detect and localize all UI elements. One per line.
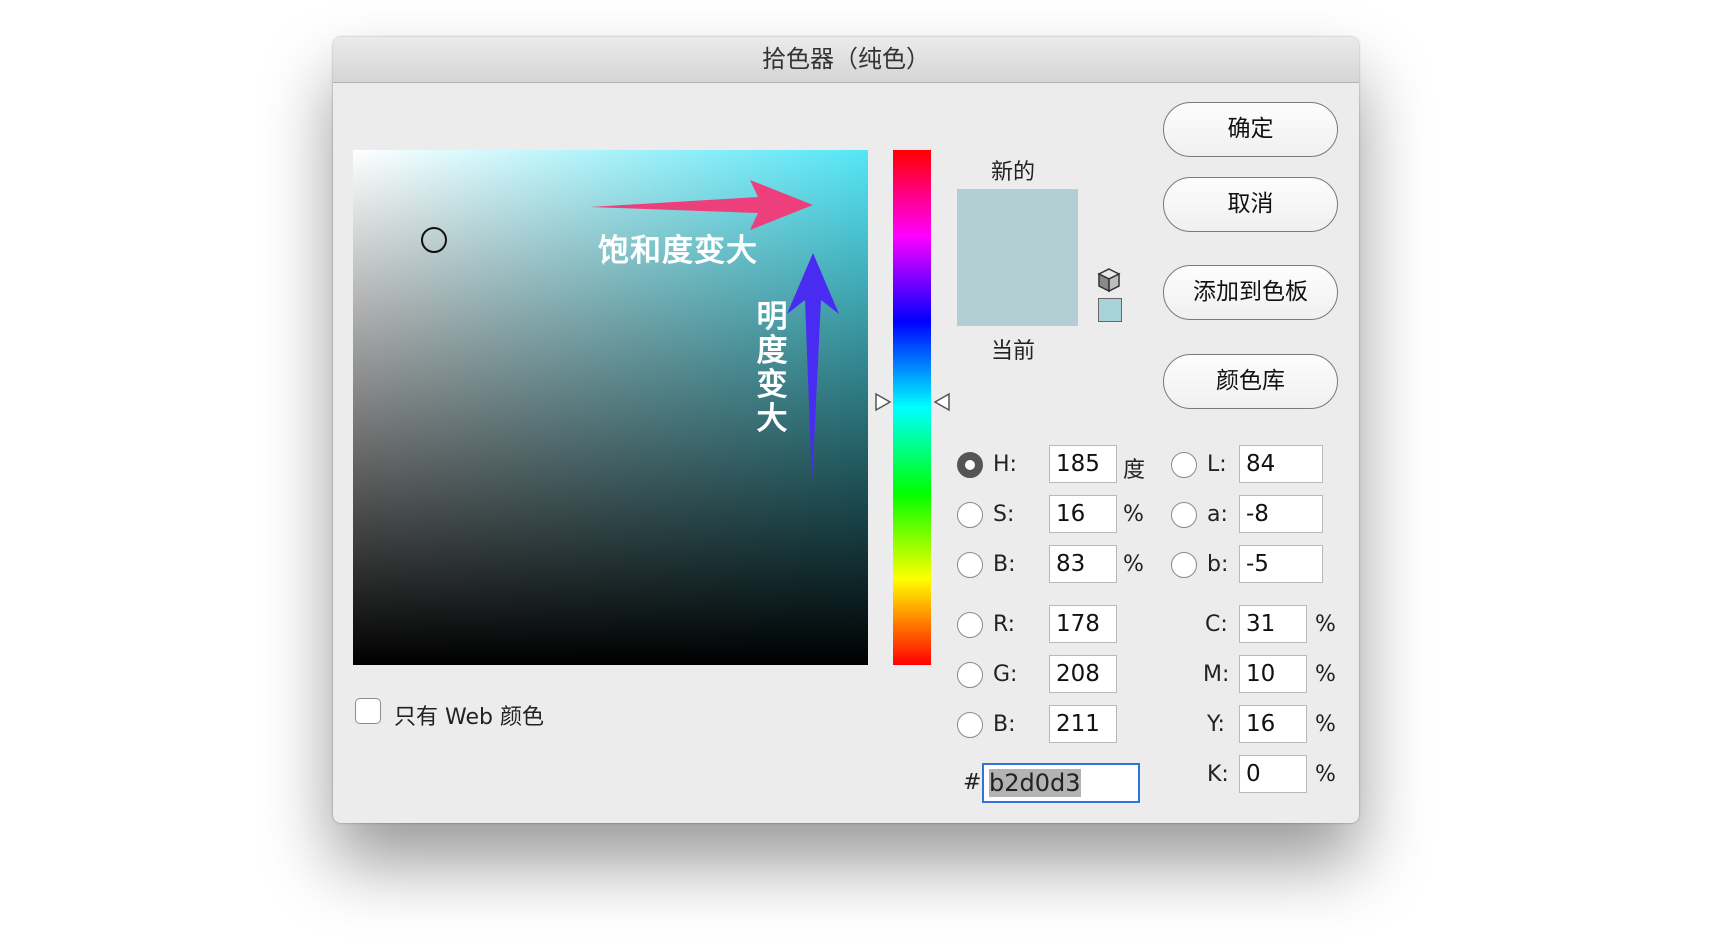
unit-h: 度	[1123, 458, 1146, 483]
window-title: 拾色器（纯色）	[333, 37, 1359, 83]
input-blue[interactable]: 211	[1049, 705, 1117, 743]
input-g[interactable]: 208	[1049, 655, 1117, 693]
radio-a[interactable]	[1171, 502, 1197, 528]
unit-s: %	[1123, 502, 1144, 527]
saturation-brightness-field[interactable]: 饱和度变大 明 度 变 大	[353, 150, 868, 665]
input-k[interactable]: 0	[1239, 755, 1307, 793]
web-safe-swatch[interactable]	[1098, 298, 1122, 322]
web-only-label: 只有 Web 颜色	[394, 705, 544, 730]
input-b[interactable]: 83	[1049, 545, 1117, 583]
saturation-annotation: 饱和度变大	[598, 233, 758, 269]
label-c: C:	[1205, 612, 1228, 637]
unit-k: %	[1315, 762, 1336, 787]
input-c[interactable]: 31	[1239, 605, 1307, 643]
cube-icon[interactable]	[1096, 267, 1122, 293]
radio-b[interactable]	[957, 552, 983, 578]
input-a[interactable]: -8	[1239, 495, 1323, 533]
web-only-checkbox[interactable]	[355, 698, 381, 724]
input-h[interactable]: 185	[1049, 445, 1117, 483]
new-color-swatch	[957, 189, 1078, 258]
color-picker-dialog: 拾色器（纯色） 饱和度变大 明 度 变 大 新的 当前 确定 取消 添加到色板 …	[333, 37, 1359, 823]
hue-slider-right-handle[interactable]	[933, 392, 951, 412]
radio-s[interactable]	[957, 502, 983, 528]
radio-h[interactable]	[957, 452, 983, 478]
cancel-button[interactable]: 取消	[1163, 177, 1338, 232]
unit-m: %	[1315, 662, 1336, 687]
color-libraries-button[interactable]: 颜色库	[1163, 354, 1338, 409]
unit-c: %	[1315, 612, 1336, 637]
hex-input[interactable]: b2d0d3	[982, 763, 1140, 803]
radio-blue[interactable]	[957, 712, 983, 738]
input-l[interactable]: 84	[1239, 445, 1323, 483]
radio-r[interactable]	[957, 612, 983, 638]
unit-b: %	[1123, 552, 1144, 577]
label-s: S:	[993, 502, 1015, 527]
hue-slider-strip[interactable]	[893, 150, 931, 665]
label-k: K:	[1207, 762, 1229, 787]
saturation-arrow	[590, 180, 813, 230]
label-m: M:	[1203, 662, 1230, 687]
label-a: a:	[1207, 502, 1228, 527]
label-l: L:	[1207, 452, 1227, 477]
brightness-arrow	[787, 253, 839, 483]
input-y[interactable]: 16	[1239, 705, 1307, 743]
radio-lab-b[interactable]	[1171, 552, 1197, 578]
label-y: Y:	[1207, 712, 1225, 737]
label-lab-b: b:	[1207, 552, 1229, 577]
hue-slider-left-handle[interactable]	[874, 392, 892, 412]
label-r: R:	[993, 612, 1016, 637]
current-color-label: 当前	[991, 339, 1036, 364]
input-m[interactable]: 10	[1239, 655, 1307, 693]
hex-label: #	[963, 770, 982, 795]
ok-button[interactable]: 确定	[1163, 102, 1338, 157]
new-color-label: 新的	[991, 160, 1036, 185]
radio-l[interactable]	[1171, 452, 1197, 478]
add-to-swatches-button[interactable]: 添加到色板	[1163, 265, 1338, 320]
input-lab-b[interactable]: -5	[1239, 545, 1323, 583]
brightness-annotation: 明 度 变 大	[756, 299, 788, 437]
input-s[interactable]: 16	[1049, 495, 1117, 533]
radio-g[interactable]	[957, 662, 983, 688]
current-color-swatch[interactable]	[957, 258, 1078, 326]
label-blue: B:	[993, 712, 1016, 737]
label-g: G:	[993, 662, 1018, 687]
label-b: B:	[993, 552, 1016, 577]
unit-y: %	[1315, 712, 1336, 737]
input-r[interactable]: 178	[1049, 605, 1117, 643]
label-h: H:	[993, 452, 1017, 477]
